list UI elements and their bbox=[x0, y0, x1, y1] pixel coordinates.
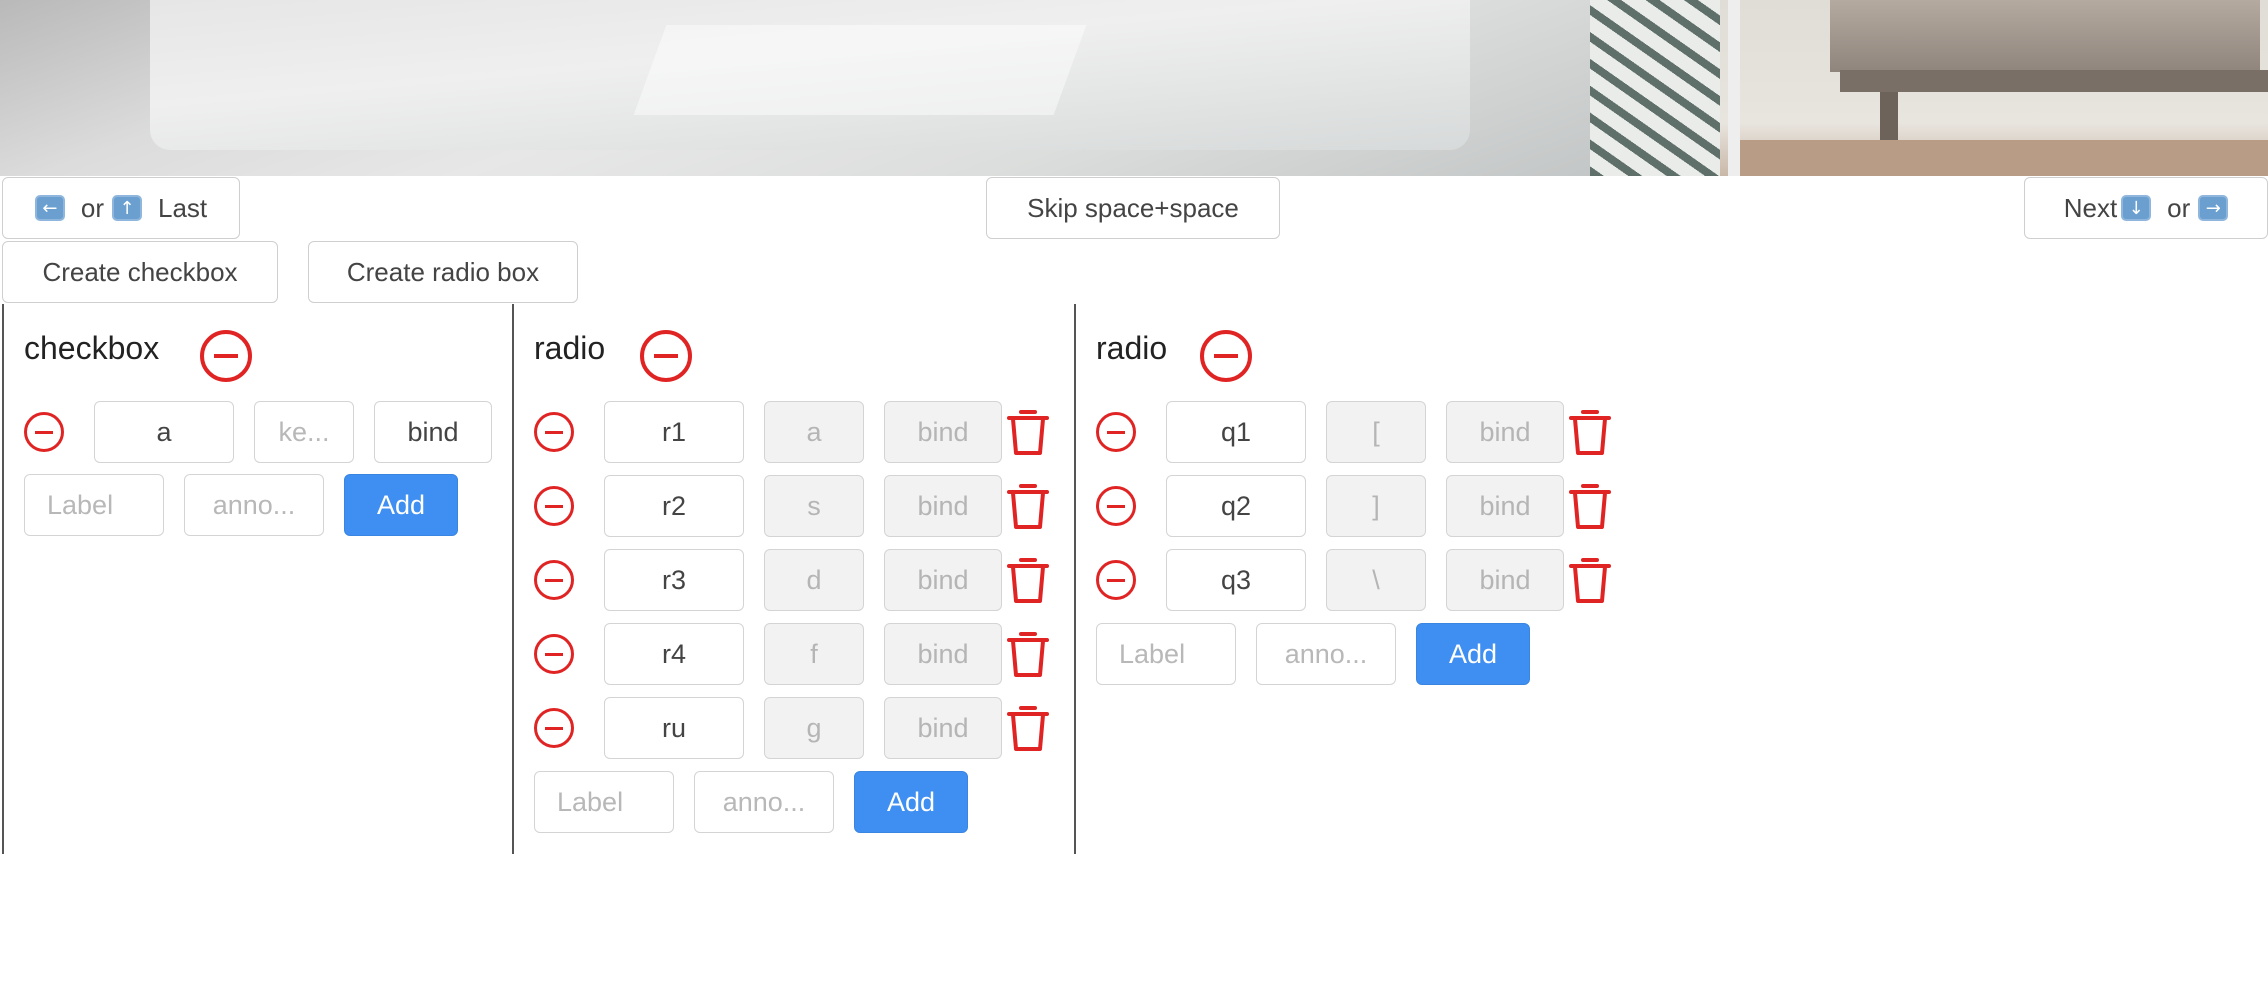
skip-button[interactable]: Skip space+space bbox=[986, 177, 1280, 239]
remove-option-icon[interactable] bbox=[1096, 560, 1136, 600]
new-anno-input[interactable]: anno... bbox=[694, 771, 834, 833]
option-label-input[interactable]: q1 bbox=[1166, 401, 1306, 463]
background-photo bbox=[0, 0, 2268, 176]
new-anno-input[interactable]: anno... bbox=[1256, 623, 1396, 685]
new-label-input[interactable]: Label bbox=[24, 474, 164, 536]
remove-group-icon[interactable] bbox=[200, 330, 252, 382]
option-key-input[interactable]: s bbox=[764, 475, 864, 537]
next-or-text: or bbox=[2167, 192, 2191, 223]
new-label-input[interactable]: Label bbox=[534, 771, 674, 833]
option-label-input[interactable]: ru bbox=[604, 697, 744, 759]
arrow-up-icon: ↑ bbox=[111, 195, 142, 221]
trash-icon[interactable] bbox=[1568, 481, 1612, 531]
trash-icon[interactable] bbox=[1006, 629, 1050, 679]
add-option-button[interactable]: Add bbox=[1416, 623, 1530, 685]
next-button[interactable]: Next ↓ or → bbox=[2024, 177, 2268, 239]
trash-icon[interactable] bbox=[1006, 481, 1050, 531]
create-radio-button[interactable]: Create radio box bbox=[308, 241, 578, 303]
new-anno-input[interactable]: anno... bbox=[184, 474, 324, 536]
option-key-input[interactable]: d bbox=[764, 549, 864, 611]
new-label-input[interactable]: Label bbox=[1096, 623, 1236, 685]
remove-option-icon[interactable] bbox=[1096, 486, 1136, 526]
option-bind-input[interactable]: bind bbox=[1446, 549, 1564, 611]
option-bind-input[interactable]: bind bbox=[1446, 401, 1564, 463]
option-bind-input[interactable]: bind bbox=[884, 475, 1002, 537]
create-checkbox-button[interactable]: Create checkbox bbox=[2, 241, 278, 303]
option-bind-input[interactable]: bind bbox=[884, 623, 1002, 685]
option-key-input[interactable]: ke... bbox=[254, 401, 354, 463]
remove-group-icon[interactable] bbox=[640, 330, 692, 382]
remove-option-icon[interactable] bbox=[1096, 412, 1136, 452]
create-checkbox-label: Create checkbox bbox=[42, 256, 238, 287]
panel-title: radio bbox=[1096, 330, 1168, 366]
panel-title: checkbox bbox=[24, 330, 160, 366]
option-key-input[interactable]: \ bbox=[1326, 549, 1426, 611]
remove-option-icon[interactable] bbox=[534, 560, 574, 600]
option-label-input[interactable]: q2 bbox=[1166, 475, 1306, 537]
option-label-input[interactable]: q3 bbox=[1166, 549, 1306, 611]
option-bind-input[interactable]: bind bbox=[374, 401, 492, 463]
option-label-input[interactable]: r4 bbox=[604, 623, 744, 685]
next-label: Next bbox=[2063, 192, 2118, 223]
option-bind-input[interactable]: bind bbox=[884, 401, 1002, 463]
option-bind-input[interactable]: bind bbox=[884, 549, 1002, 611]
arrow-right-icon: → bbox=[2198, 195, 2229, 221]
arrow-down-icon: ↓ bbox=[2121, 195, 2152, 221]
remove-option-icon[interactable] bbox=[534, 486, 574, 526]
last-button[interactable]: ← or ↑ Last bbox=[2, 177, 240, 239]
option-bind-input[interactable]: bind bbox=[884, 697, 1002, 759]
remove-group-icon[interactable] bbox=[1200, 330, 1252, 382]
remove-option-icon[interactable] bbox=[534, 708, 574, 748]
option-label-input[interactable]: r1 bbox=[604, 401, 744, 463]
option-label-input[interactable]: r2 bbox=[604, 475, 744, 537]
trash-icon[interactable] bbox=[1568, 555, 1612, 605]
option-key-input[interactable]: a bbox=[764, 401, 864, 463]
option-label-input[interactable]: r3 bbox=[604, 549, 744, 611]
option-label-input[interactable]: a bbox=[94, 401, 234, 463]
panel-checkbox: checkbox a ke... bind Label anno... Add bbox=[4, 304, 512, 854]
trash-icon[interactable] bbox=[1006, 703, 1050, 753]
option-key-input[interactable]: ] bbox=[1326, 475, 1426, 537]
last-or-text: or bbox=[80, 192, 104, 223]
remove-option-icon[interactable] bbox=[534, 412, 574, 452]
option-key-input[interactable]: f bbox=[764, 623, 864, 685]
remove-option-icon[interactable] bbox=[534, 634, 574, 674]
create-radio-label: Create radio box bbox=[346, 256, 540, 287]
option-bind-input[interactable]: bind bbox=[1446, 475, 1564, 537]
last-label: Last bbox=[157, 192, 208, 223]
panel-title: radio bbox=[534, 330, 606, 366]
trash-icon[interactable] bbox=[1568, 407, 1612, 457]
trash-icon[interactable] bbox=[1006, 555, 1050, 605]
add-option-button[interactable]: Add bbox=[854, 771, 968, 833]
trash-icon[interactable] bbox=[1006, 407, 1050, 457]
option-key-input[interactable]: [ bbox=[1326, 401, 1426, 463]
option-key-input[interactable]: g bbox=[764, 697, 864, 759]
arrow-left-icon: ← bbox=[34, 195, 65, 221]
skip-label: Skip space+space bbox=[1027, 192, 1239, 223]
add-option-button[interactable]: Add bbox=[344, 474, 458, 536]
remove-option-icon[interactable] bbox=[24, 412, 64, 452]
